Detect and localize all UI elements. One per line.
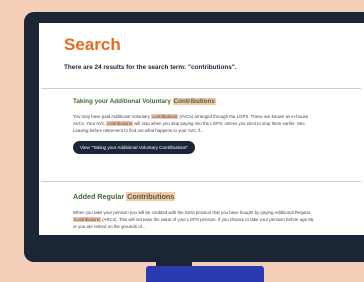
result-excerpt: You may have paid Additional Voluntary c… [73,113,319,134]
results-summary: There are 24 results for the search term… [64,64,237,71]
excerpt-highlight: Contributions [73,217,101,222]
view-result-button[interactable]: View "Taking your Additional Voluntary C… [73,141,195,154]
result-title-link[interactable]: Added Regular Contributions [73,192,323,201]
result-title-highlight: Contributions [126,192,176,201]
search-result: Taking your Additional Voluntary Contrib… [73,98,323,154]
divider [41,88,361,89]
excerpt-text: You may have paid Additional Voluntary [73,114,152,119]
result-title-text: Added Regular [73,192,127,201]
excerpt-text: When you take your pension you will be c… [73,210,311,215]
search-result: Added Regular Contributions When you tak… [73,192,323,230]
result-title-link[interactable]: Taking your Additional Voluntary Contrib… [73,98,323,105]
excerpt-text: (ARCs). This will increase the value of … [73,217,315,229]
result-excerpt: When you take your pension you will be c… [73,209,319,230]
screen: Search There are 24 results for the sear… [39,23,364,235]
divider [41,181,361,182]
page-title: Search [64,35,121,54]
excerpt-highlight: contributions [106,121,133,126]
result-title-highlight: Contributions [172,98,216,105]
excerpt-highlight: contributions [151,114,179,119]
result-title-text: Taking your Additional Voluntary [73,98,173,105]
